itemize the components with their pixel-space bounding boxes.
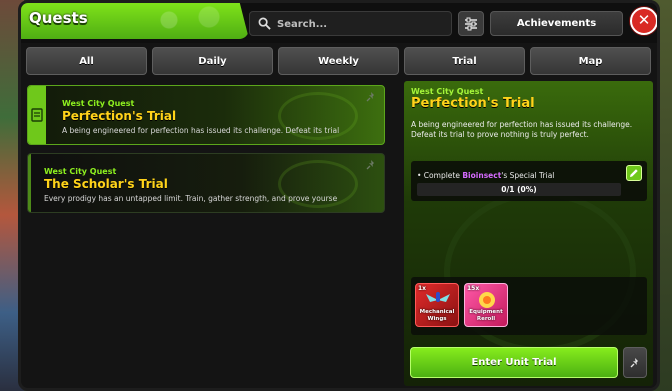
wings-icon [426, 292, 450, 302]
detail-title: Perfection's Trial [411, 96, 535, 111]
title-tab: Quests [21, 3, 249, 39]
objective-count: 0/1 (0%) [501, 185, 537, 194]
pin-icon[interactable] [365, 159, 377, 171]
track-objective-button[interactable] [626, 165, 642, 181]
detail-city: West City Quest [411, 87, 484, 96]
quest-detail-panel: West City Quest Perfection's Trial A bei… [404, 81, 653, 386]
filter-button[interactable] [458, 11, 484, 36]
quest-description: Every prodigy has an untapped limit. Tra… [44, 194, 338, 203]
objective-progress-bar: 0/1 (0%) [417, 183, 621, 196]
quest-city: West City Quest [62, 99, 135, 108]
tab-trial[interactable]: Trial [404, 47, 525, 75]
quest-tabs: All Daily Weekly Trial Map [26, 47, 656, 75]
search-box[interactable] [249, 11, 452, 36]
quest-list: West City Quest Perfection's Trial A bei… [27, 83, 387, 383]
search-icon [258, 17, 271, 30]
tab-daily[interactable]: Daily [152, 47, 273, 75]
rewards-box: 1x Mechanical Wings 15x Equipment Reroll [411, 277, 647, 335]
quest-card-perfections-trial[interactable]: West City Quest Perfection's Trial A bei… [27, 85, 385, 145]
close-button[interactable]: ✕ [630, 7, 657, 35]
card-accent [28, 154, 31, 212]
close-icon: ✕ [637, 11, 651, 29]
tab-all[interactable]: All [26, 47, 147, 75]
quest-name: Perfection's Trial [62, 109, 177, 123]
pin-quest-button[interactable] [623, 347, 647, 378]
window-title: Quests [29, 9, 88, 27]
objective-target: Bioinsect [462, 171, 502, 180]
quest-description: A being engineered for perfection has is… [62, 126, 340, 135]
quest-name: The Scholar's Trial [44, 177, 168, 191]
reward-mechanical-wings[interactable]: 1x Mechanical Wings [415, 283, 459, 327]
reward-name: Mechanical Wings [419, 309, 455, 322]
quests-window: Quests Achievements ✕ All Dai [18, 0, 660, 391]
achievements-button[interactable]: Achievements [490, 11, 623, 36]
reward-name: Equipment Reroll [469, 309, 503, 322]
quest-card-scholars-trial[interactable]: West City Quest The Scholar's Trial Ever… [27, 153, 385, 213]
detail-description: A being engineered for perfection has is… [411, 120, 633, 139]
quests-header: Quests Achievements ✕ [21, 3, 657, 43]
sliders-icon [465, 17, 477, 30]
objective-row: • Complete Bioinsect's Special Trial 0/1… [411, 161, 647, 201]
tab-map[interactable]: Map [530, 47, 651, 75]
pin-icon[interactable] [365, 91, 377, 103]
enter-unit-trial-button[interactable]: Enter Unit Trial [410, 347, 618, 378]
reward-equipment-reroll[interactable]: 15x Equipment Reroll [464, 283, 508, 327]
search-input[interactable] [277, 15, 447, 33]
selected-indicator [28, 86, 46, 144]
quest-city: West City Quest [44, 167, 117, 176]
pin-icon [630, 357, 638, 367]
pencil-icon [630, 169, 638, 177]
objective-label: • Complete Bioinsect's Special Trial [417, 171, 555, 180]
scroll-icon [31, 108, 43, 122]
tab-weekly[interactable]: Weekly [278, 47, 399, 75]
reroll-icon [479, 292, 495, 308]
